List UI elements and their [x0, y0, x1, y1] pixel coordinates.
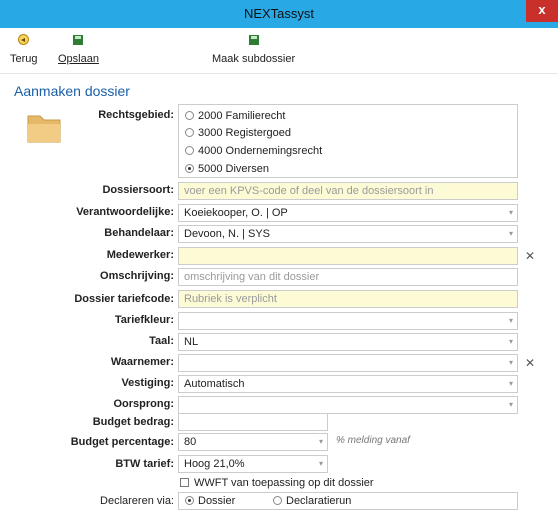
vestiging-label: Vestiging: — [121, 377, 174, 389]
rechtsgebied-option[interactable]: 2000 Familierecht — [185, 108, 285, 124]
clear-waarnemer-icon[interactable]: ✕ — [525, 356, 535, 370]
declareren-option-dossier[interactable]: Dossier — [185, 493, 235, 509]
budget-percentage-label: Budget percentage: — [70, 436, 174, 448]
rechtsgebied-radio-group: 2000 Familierecht 3000 Registergoed 4000… — [178, 104, 518, 178]
btw-tarief-label: BTW tarief: — [115, 458, 174, 470]
rechtsgebied-label: Rechtsgebied: — [98, 109, 174, 121]
declareren-option-declaratierun[interactable]: Declaratierun — [273, 493, 351, 509]
window-title: NEXTassyst — [243, 6, 315, 21]
behandelaar-label: Behandelaar: — [104, 227, 174, 239]
radio-icon — [185, 111, 194, 120]
dossiersoort-label: Dossiersoort: — [102, 184, 174, 196]
option-label: 4000 Ondernemingsrecht — [198, 145, 323, 157]
subdossier-label: Maak subdossier — [212, 53, 296, 65]
back-arrow-icon — [18, 34, 30, 45]
budget-percentage-select[interactable]: 80 — [178, 433, 328, 451]
waarnemer-select[interactable] — [178, 354, 518, 372]
option-label: 5000 Diversen — [198, 163, 269, 175]
option-label: Declaratierun — [286, 495, 352, 507]
option-label: Dossier — [198, 495, 236, 507]
omschrijving-input[interactable]: omschrijving van dit dossier — [178, 268, 518, 286]
option-label: 3000 Registergoed — [198, 127, 291, 139]
option-label: 2000 Familierecht — [198, 110, 286, 122]
oorsprong-label: Oorsprong: — [113, 398, 175, 410]
budget-percentage-note: % melding vanaf — [336, 435, 410, 446]
verantwoordelijke-label: Verantwoordelijke: — [76, 206, 174, 218]
taal-label: Taal: — [149, 335, 174, 347]
save-icon — [73, 35, 84, 45]
dossiersoort-input[interactable]: voer een KPVS-code of deel van de dossie… — [178, 182, 518, 200]
budget-bedrag-label: Budget bedrag: — [92, 416, 174, 428]
radio-selected-icon — [185, 496, 194, 505]
radio-icon — [273, 496, 282, 505]
radio-selected-icon — [185, 164, 194, 173]
waarnemer-label: Waarnemer: — [110, 356, 174, 368]
radio-icon — [185, 128, 194, 137]
clear-medewerker-icon[interactable]: ✕ — [525, 249, 535, 263]
budget-bedrag-input[interactable] — [178, 413, 328, 431]
declareren-radio-group: Dossier Declaratierun — [178, 492, 518, 510]
rechtsgebied-option[interactable]: 5000 Diversen — [185, 161, 269, 177]
tariefcode-input[interactable]: Rubriek is verplicht — [178, 290, 518, 308]
medewerker-input[interactable] — [178, 247, 518, 265]
btw-tarief-select[interactable]: Hoog 21,0% — [178, 455, 328, 473]
rechtsgebied-option[interactable]: 3000 Registergoed — [185, 125, 291, 141]
medewerker-label: Medewerker: — [106, 249, 174, 261]
wwft-label: WWFT van toepassing op dit dossier — [194, 477, 374, 489]
toolbar: Terug Opslaan Maak subdossier — [0, 28, 558, 74]
tariefcode-label: Dossier tariefcode: — [74, 293, 174, 305]
page-title: Aanmaken dossier — [14, 83, 130, 99]
vestiging-select[interactable]: Automatisch — [178, 375, 518, 393]
save-icon — [248, 35, 259, 45]
create-subdossier-button[interactable]: Maak subdossier — [212, 34, 295, 65]
wwft-checkbox[interactable]: WWFT van toepassing op dit dossier — [180, 477, 374, 489]
close-button[interactable]: x — [526, 0, 558, 22]
tariefkleur-label: Tariefkleur: — [114, 314, 174, 326]
verantwoordelijke-select[interactable]: Koeiekooper, O. | OP — [178, 204, 518, 222]
declareren-label: Declareren via: — [100, 495, 174, 507]
taal-select[interactable]: NL — [178, 333, 518, 351]
behandelaar-select[interactable]: Devoon, N. | SYS — [178, 225, 518, 243]
folder-icon — [27, 115, 61, 143]
radio-icon — [185, 146, 194, 155]
back-label: Terug — [10, 53, 38, 65]
back-button[interactable]: Terug — [10, 34, 38, 65]
oorsprong-select[interactable] — [178, 396, 518, 414]
tariefkleur-select[interactable] — [178, 312, 518, 330]
title-bar: NEXTassyst x — [0, 0, 558, 28]
rechtsgebied-option[interactable]: 4000 Ondernemingsrecht — [185, 143, 322, 159]
checkbox-icon — [180, 478, 189, 487]
save-label: Opslaan — [58, 53, 99, 65]
omschrijving-label: Omschrijving: — [100, 270, 174, 282]
save-button[interactable]: Opslaan — [58, 34, 99, 65]
